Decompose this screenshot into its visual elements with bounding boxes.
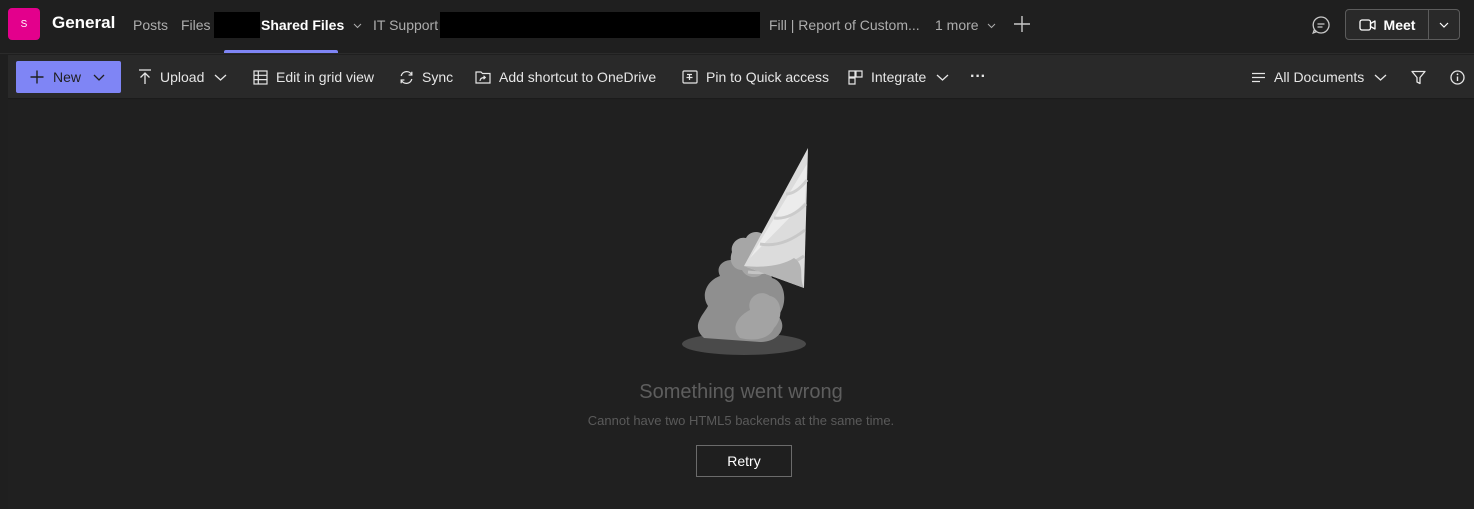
error-message: Cannot have two HTML5 backends at the sa…: [587, 413, 895, 428]
list-view-icon: [1252, 72, 1265, 82]
chevron-down-icon: [214, 74, 227, 81]
tab-files[interactable]: Files: [181, 17, 211, 33]
add-shortcut-button[interactable]: Add shortcut to OneDrive: [475, 55, 656, 99]
view-selector-label: All Documents: [1274, 69, 1365, 85]
meet-dropdown-button[interactable]: [1429, 10, 1459, 39]
add-shortcut-label: Add shortcut to OneDrive: [499, 69, 657, 85]
info-button[interactable]: [1450, 55, 1473, 99]
folder-shortcut-icon: [475, 71, 491, 84]
integrate-icon: [848, 69, 863, 85]
chevron-down-icon: [936, 74, 949, 81]
upload-label: Upload: [160, 69, 205, 85]
tab-more-label: 1 more: [935, 17, 979, 33]
integrate-button[interactable]: Integrate: [848, 55, 949, 99]
more-icon: ···: [970, 68, 986, 85]
info-icon: [1450, 69, 1465, 85]
meet-button-group: Meet: [1345, 9, 1460, 40]
more-options-button[interactable]: ···: [970, 55, 986, 99]
pin-icon: [682, 70, 698, 84]
command-bar: New Upload Edit in grid view Sync Add sh…: [8, 55, 1474, 99]
grid-icon: [253, 69, 268, 85]
sync-button[interactable]: Sync: [399, 55, 453, 99]
conversation-icon[interactable]: [1310, 14, 1332, 36]
sync-label: Sync: [422, 69, 454, 85]
dropped-ice-cream-icon: [682, 148, 809, 355]
tab-posts[interactable]: Posts: [133, 17, 168, 33]
integrate-label: Integrate: [871, 69, 927, 85]
retry-button[interactable]: Retry: [696, 445, 792, 477]
chevron-down-icon: [1374, 74, 1387, 81]
edit-grid-view-label: Edit in grid view: [276, 69, 375, 85]
video-camera-icon: [1358, 18, 1376, 31]
sync-icon: [400, 70, 413, 84]
chevron-down-icon: [1439, 22, 1449, 28]
channel-name: General: [52, 13, 116, 32]
meet-button[interactable]: Meet: [1346, 10, 1428, 39]
meet-label: Meet: [1383, 16, 1416, 33]
team-avatar[interactable]: S: [8, 8, 40, 40]
redacted-tab[interactable]: [214, 12, 260, 38]
pin-quick-access-label: Pin to Quick access: [706, 69, 829, 85]
view-selector[interactable]: All Documents: [1251, 55, 1387, 99]
error-title: Something went wrong: [639, 381, 843, 403]
new-button[interactable]: New: [16, 61, 121, 93]
chevron-down-icon: [93, 74, 105, 81]
tab-it-support[interactable]: IT Support: [373, 17, 438, 33]
edit-grid-view-button[interactable]: Edit in grid view: [253, 55, 374, 99]
active-tab-indicator: [224, 50, 338, 53]
new-label: New: [53, 69, 82, 85]
redacted-tab[interactable]: [440, 12, 760, 38]
document-library: Something went wrong Cannot have two HTM…: [8, 100, 1474, 509]
tab-shared-files-label: Shared Files: [261, 17, 345, 33]
channel-header: S General Posts Files Shared Files IT Su…: [0, 0, 1474, 54]
upload-icon: [139, 69, 151, 84]
tab-fill-report[interactable]: Fill | Report of Custom...: [769, 17, 920, 33]
pin-quick-access-button[interactable]: Pin to Quick access: [682, 55, 829, 99]
add-tab-icon[interactable]: [1012, 14, 1032, 34]
filter-icon: [1411, 70, 1426, 84]
chevron-down-icon: [353, 23, 362, 29]
upload-button[interactable]: Upload: [138, 55, 227, 99]
tab-shared-files[interactable]: Shared Files: [261, 17, 362, 33]
chevron-down-icon: [988, 23, 996, 29]
tab-more[interactable]: 1 more: [935, 17, 996, 33]
plus-icon: [30, 70, 44, 84]
filter-button[interactable]: [1411, 55, 1434, 99]
teams-window: S General Posts Files Shared Files IT Su…: [0, 0, 1474, 509]
